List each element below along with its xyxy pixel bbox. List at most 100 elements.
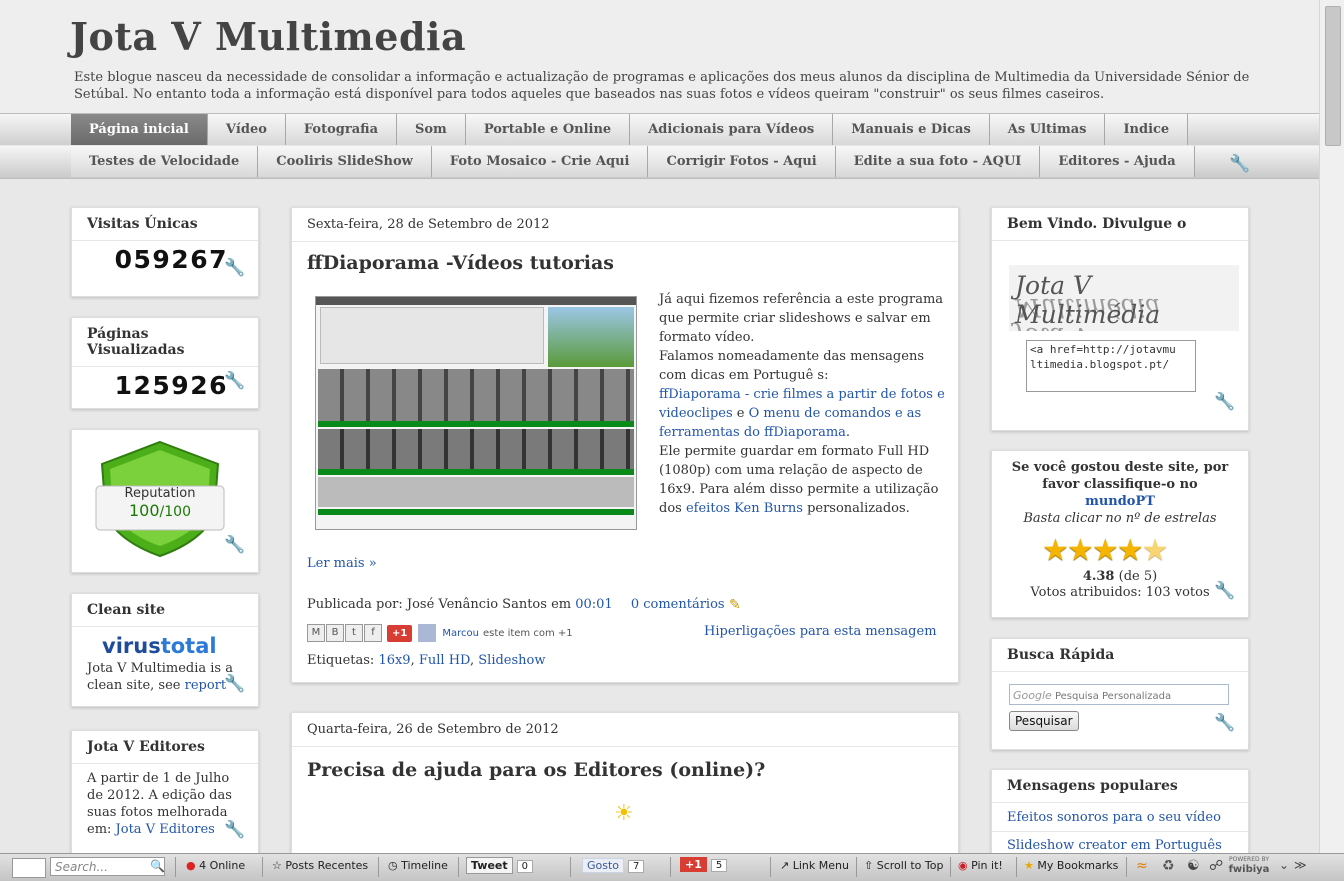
search-icon[interactable]: 🔍 <box>150 859 165 873</box>
tweet-count: 0 <box>516 860 534 873</box>
recycle-icon[interactable]: ♻ <box>1162 858 1175 874</box>
post-screenshot-image[interactable] <box>315 296 637 530</box>
gplus-toolbar-button[interactable]: +1 5 <box>680 857 728 872</box>
share-icon[interactable]: ☍ <box>1209 858 1223 874</box>
toolbar-separator <box>570 857 571 877</box>
clean-site-report-link[interactable]: report <box>185 678 227 693</box>
wrench-icon[interactable]: 🔧 <box>1214 392 1235 412</box>
visitas-title: Visitas Únicas <box>72 208 258 241</box>
rating-star-icon[interactable]: ★ <box>1042 533 1069 568</box>
scroll-to-top-button[interactable]: ⇧ Scroll to Top <box>864 859 943 872</box>
facebook-share-icon[interactable]: f <box>364 624 382 642</box>
toolbar-separator <box>1016 857 1017 877</box>
collapse-icon[interactable]: ≫ <box>1294 858 1307 872</box>
popular-post-link[interactable]: Efeitos sonoros para o seu vídeo <box>992 803 1248 832</box>
post-link-ken-burns[interactable]: efeitos Ken Burns <box>686 501 803 516</box>
minimize-icon[interactable]: ⌄ <box>1279 858 1289 872</box>
post-date: Sexta-feira, 28 de Setembro de 2012 <box>292 208 958 242</box>
timeline-button[interactable]: ◷ Timeline <box>388 859 448 872</box>
edit-pencil-icon[interactable]: ✎ <box>729 597 741 613</box>
label-link-16x9[interactable]: 16x9 <box>378 653 410 668</box>
vertical-scrollbar[interactable] <box>1319 0 1344 855</box>
toolbar-search-input[interactable]: Search... <box>50 857 165 876</box>
post-title[interactable]: Precisa de ajuda para os Editores (onlin… <box>292 759 958 781</box>
site-title[interactable]: Jota V Multimedia <box>70 14 466 59</box>
nav-row-1: Página inicial Vídeo Fotografia Som Portable… <box>71 114 1189 145</box>
wrench-icon[interactable]: 🔧 <box>224 258 245 278</box>
wrench-icon[interactable]: 🔧 <box>224 820 245 840</box>
reputation-widget: Reputation 100/100 🔧 <box>71 429 259 573</box>
main-navigation: Página inicial Vídeo Fotografia Som Portable… <box>0 113 1320 179</box>
wrench-icon[interactable]: 🔧 <box>1229 154 1250 174</box>
label-link-slideshow[interactable]: Slideshow <box>478 653 545 668</box>
nav-tab[interactable]: Indice <box>1105 114 1189 145</box>
toolbar-separator <box>856 857 857 877</box>
screenshot-track-1 <box>318 421 634 427</box>
nav-tab[interactable]: Som <box>397 114 466 145</box>
rss-icon[interactable]: ≈ <box>1136 858 1148 874</box>
gplus-toolbar-count: 5 <box>710 859 728 872</box>
nav-tab[interactable]: Edite a sua foto - AQUI <box>835 146 1041 177</box>
label-link-full-hd[interactable]: Full HD <box>419 653 470 668</box>
toolbar-logo-thumbnail[interactable] <box>12 858 46 878</box>
paginas-title: Páginas Visualizadas <box>72 318 258 367</box>
rating-stars[interactable]: ★★★★★ <box>1042 533 1169 568</box>
search-button[interactable]: Pesquisar <box>1009 711 1079 731</box>
post-dot: . <box>845 425 851 440</box>
wrench-icon[interactable]: 🔧 <box>1214 581 1235 601</box>
backlinks-link[interactable]: Hiperligações para esta mensagem <box>704 624 937 639</box>
nav-tab[interactable]: Fotografia <box>285 114 397 145</box>
rating-of: (de 5) <box>1114 569 1158 584</box>
tweet-button[interactable]: Tweet 0 <box>466 857 534 874</box>
nav-tab[interactable]: Testes de Velocidade <box>71 146 259 177</box>
nav-tab[interactable]: Página inicial <box>71 114 208 145</box>
nav-tab[interactable]: Vídeo <box>207 114 286 145</box>
nav-tab[interactable]: Adicionais para Vídeos <box>630 114 834 145</box>
nav-tab[interactable]: As Ultimas <box>989 114 1106 145</box>
rating-score-wrap: 4.38 (de 5) <box>1002 569 1238 584</box>
custom-search-input[interactable]: Google Pesquisa Personalizada <box>1009 684 1229 705</box>
nav-tab[interactable]: Editores - Ajuda <box>1040 146 1195 177</box>
rating-star-icon[interactable]: ★ <box>1092 533 1119 568</box>
clean-site-widget: Clean site virustotal Jota V Multimedia … <box>71 593 259 707</box>
reputation-max: /100 <box>159 504 191 520</box>
blogger-share-icon[interactable]: B <box>326 624 344 642</box>
wibiya-brand[interactable]: POWERED BY fwibiya <box>1226 856 1272 878</box>
link-menu-button[interactable]: ↗ Link Menu <box>780 859 849 872</box>
post-time-link[interactable]: 00:01 <box>575 597 612 612</box>
wrench-icon[interactable]: 🔧 <box>224 371 245 391</box>
link-code-textarea[interactable]: <a href=http://jotavmultimedia.blogspot.… <box>1026 340 1196 392</box>
wrench-icon[interactable]: 🔧 <box>224 535 245 555</box>
mundopt-link[interactable]: mundoPT <box>1085 494 1155 509</box>
gplus-button[interactable]: +1 <box>387 624 413 642</box>
editores-link[interactable]: Jota V Editores <box>116 822 215 837</box>
screenshot-toolbar <box>320 307 544 364</box>
pin-it-button[interactable]: ◉ Pin it! <box>958 859 1003 872</box>
nav-tab[interactable]: Corrigir Fotos - Aqui <box>648 146 836 177</box>
post-title[interactable]: ffDiaporama -Vídeos tutorias <box>292 252 958 274</box>
wibiya-toolbar: Search... 🔍 ● 4 Online ☆ Posts Recentes … <box>0 853 1344 881</box>
nav-tab[interactable]: Foto Mosaico - Crie Aqui <box>431 146 649 177</box>
nav-row-2: Testes de Velocidade Cooliris SlideShow Fo… <box>71 146 1195 177</box>
comments-link[interactable]: 0 comentários <box>631 597 725 612</box>
facebook-like-label: Gosto <box>582 858 625 873</box>
my-bookmarks-button[interactable]: ★ My Bookmarks <box>1024 859 1118 872</box>
rating-star-icon[interactable]: ★ <box>1142 533 1169 568</box>
marcou-link[interactable]: Marcou <box>442 628 479 639</box>
site-logo-banner[interactable]: Jota V Multimédia Jota V Multimédia <box>1009 265 1239 331</box>
nav-tab[interactable]: Manuais e Dicas <box>833 114 990 145</box>
email-share-icon[interactable]: M <box>307 624 325 642</box>
recent-posts-button[interactable]: ☆ Posts Recentes <box>272 859 368 872</box>
rating-star-icon[interactable]: ★ <box>1067 533 1094 568</box>
wrench-icon[interactable]: 🔧 <box>224 674 245 694</box>
twitter-share-icon[interactable]: t <box>345 624 363 642</box>
rating-star-icon[interactable]: ★ <box>1117 533 1144 568</box>
translate-icon[interactable]: ☯ <box>1187 858 1200 874</box>
nav-tab[interactable]: Portable e Online <box>465 114 631 145</box>
online-users-button[interactable]: ● 4 Online <box>186 859 245 872</box>
wrench-icon[interactable]: 🔧 <box>1214 713 1235 733</box>
nav-tab[interactable]: Cooliris SlideShow <box>258 146 432 177</box>
read-more-link[interactable]: Ler mais » <box>307 556 377 571</box>
facebook-like-button[interactable]: Gosto 7 <box>582 858 645 873</box>
scrollbar-thumb[interactable] <box>1325 6 1341 146</box>
